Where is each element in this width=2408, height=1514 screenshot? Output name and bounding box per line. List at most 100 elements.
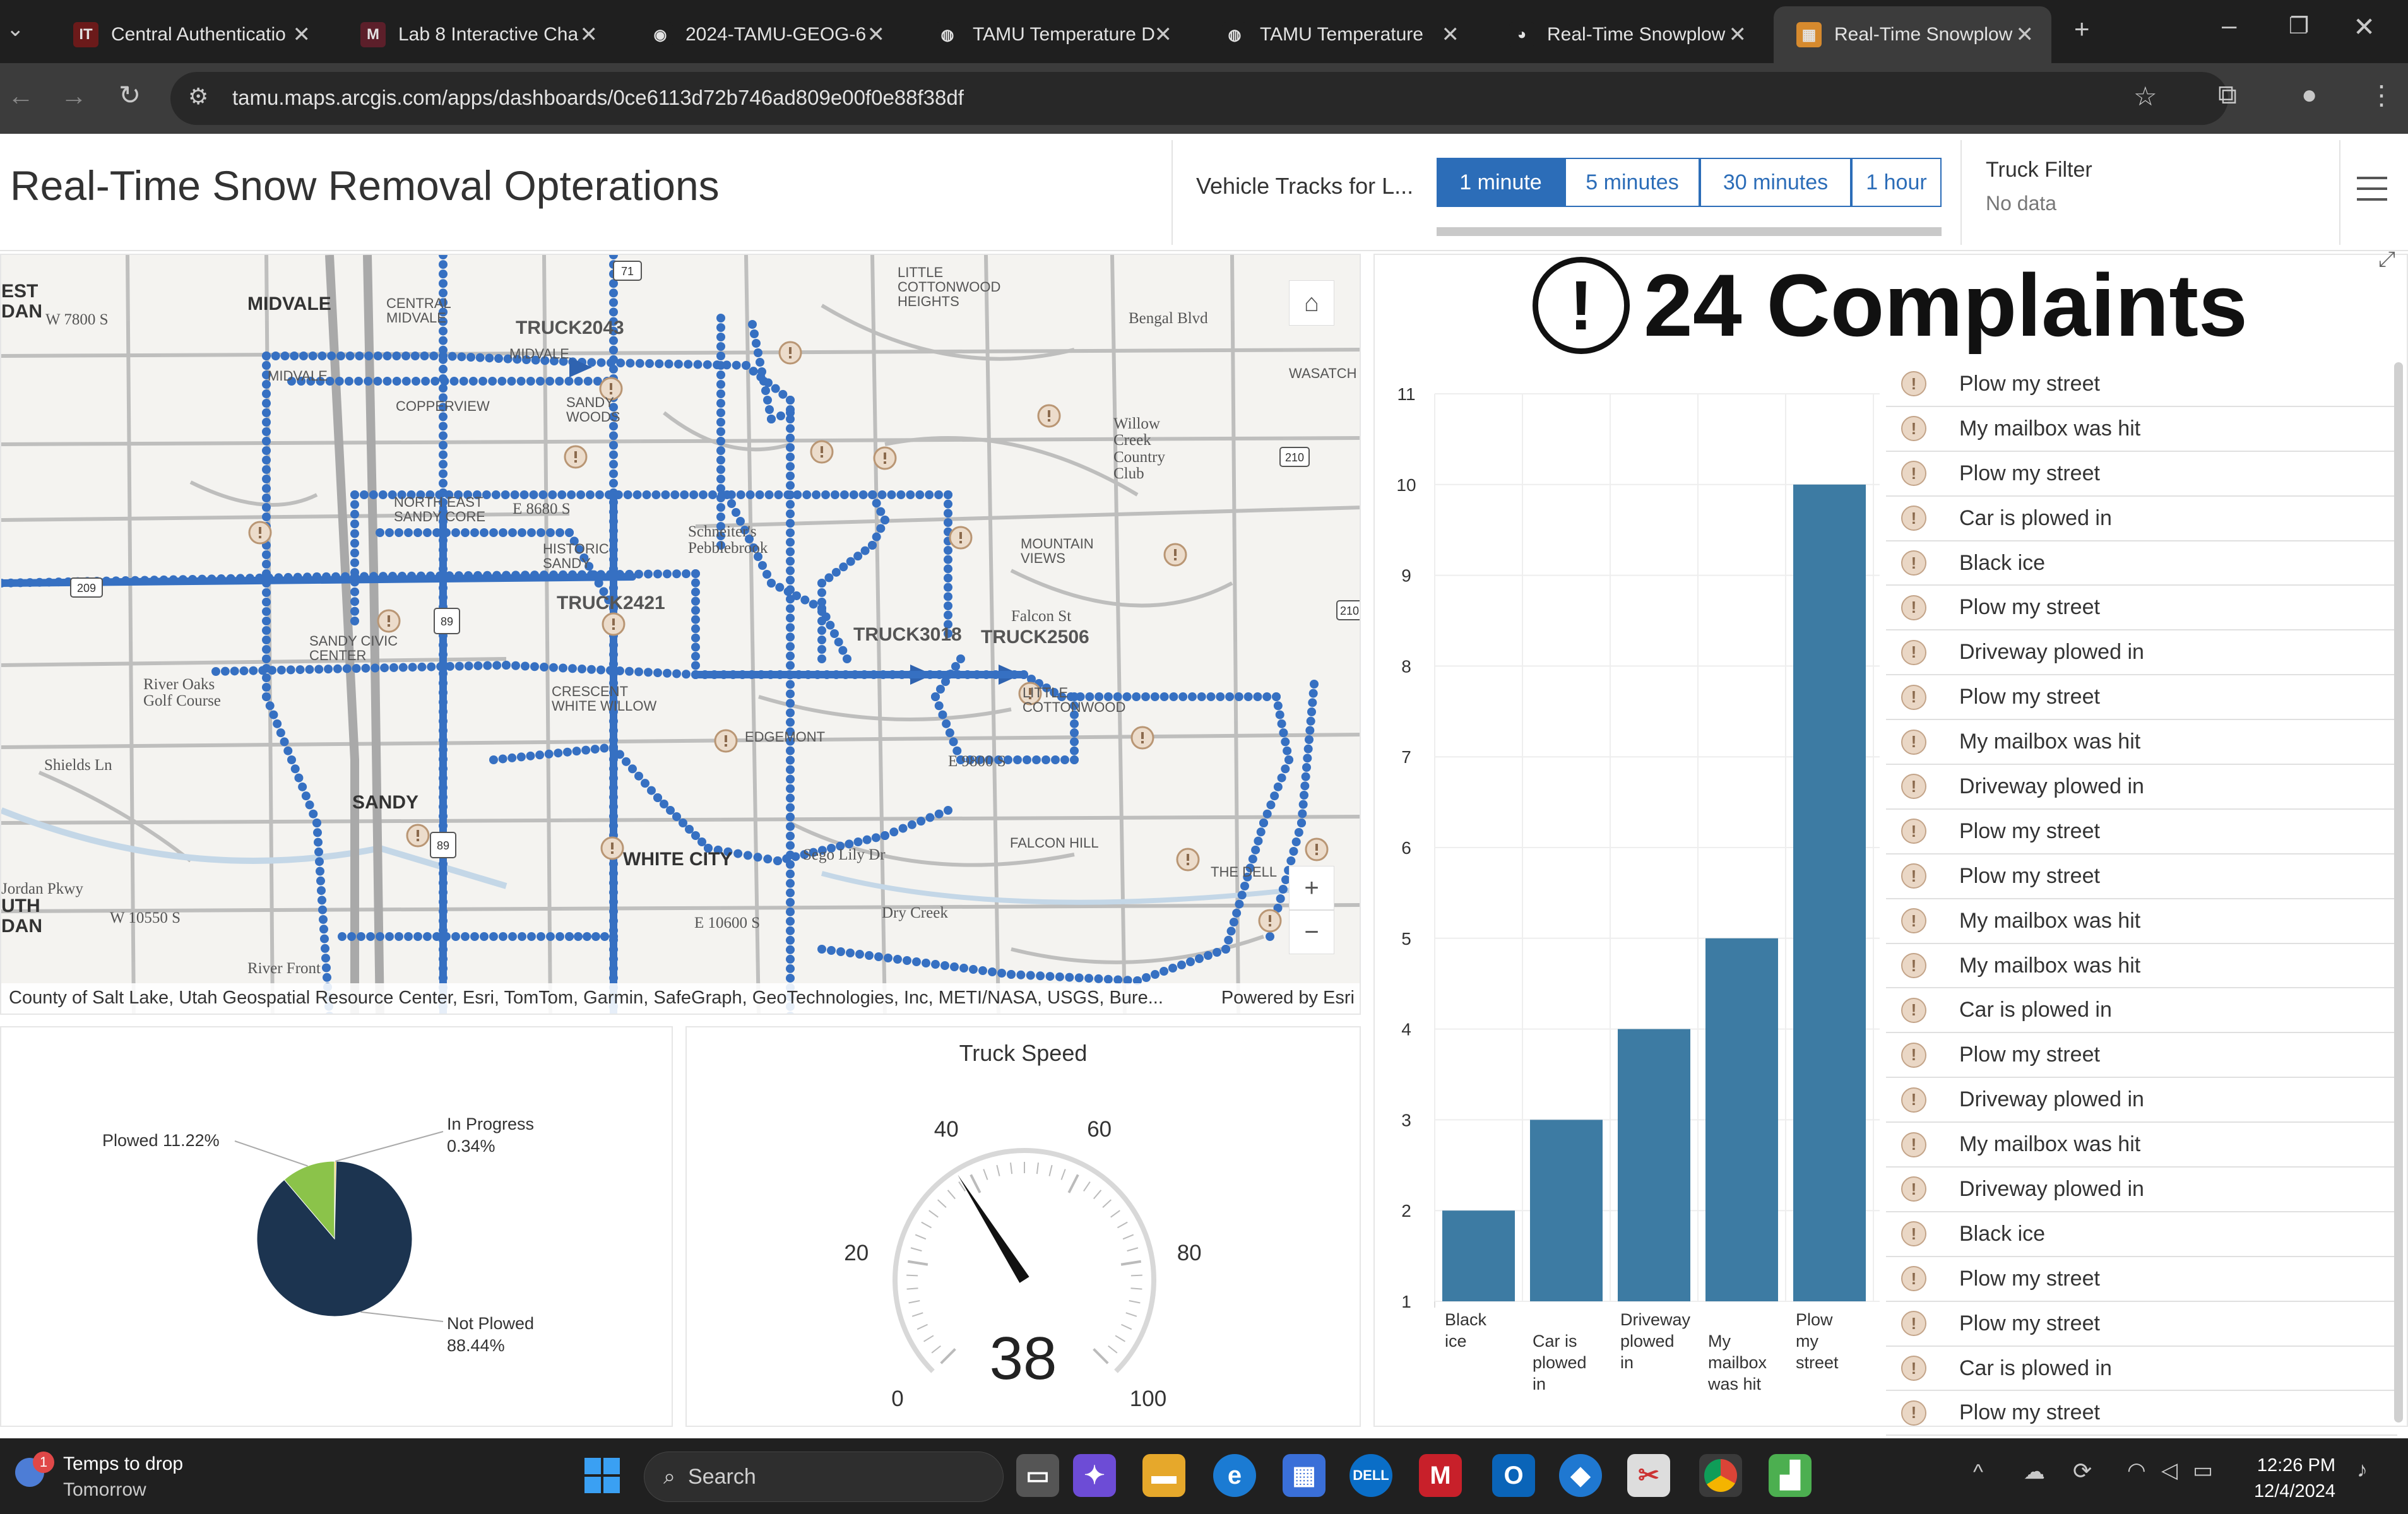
cloud-icon[interactable]: ☁ [2024, 1459, 2045, 1484]
complaint-list-item[interactable]: ! Plow my street [1886, 452, 2397, 497]
windows-start-icon[interactable] [581, 1454, 624, 1497]
map-label-truck2043[interactable]: TRUCK2043 [516, 318, 624, 338]
bar-plow-my-street[interactable] [1793, 484, 1866, 1301]
complaint-list-item[interactable]: ! Black ice [1886, 1212, 2397, 1257]
complaint-list-item[interactable]: ! My mailbox was hit [1886, 944, 2397, 989]
bar-my-mailbox-was-hit[interactable] [1705, 938, 1778, 1301]
browser-tab[interactable]: ◕ Real-Time Snowplow ✕ [1486, 6, 1764, 63]
minimize-icon[interactable]: – [2222, 10, 2236, 40]
complaint-list-item[interactable]: ! Car is plowed in [1886, 497, 2397, 541]
truck-filter-value[interactable]: No data [1986, 192, 2056, 215]
complaint-list-item[interactable]: ! Car is plowed in [1886, 1347, 2397, 1392]
tab-search-icon[interactable]: ⌄ [6, 16, 25, 42]
map-label-truck2421[interactable]: TRUCK2421 [557, 593, 665, 613]
close-tab-icon[interactable]: ✕ [1729, 22, 1747, 47]
browser-tab[interactable]: IT Central Authenticatio ✕ [50, 6, 328, 63]
copilot-icon[interactable]: ✦ [1073, 1454, 1116, 1497]
close-tab-icon[interactable]: ✕ [2016, 22, 2034, 47]
wifi-icon[interactable]: ◠ [2127, 1458, 2146, 1483]
complaints-list-scrollbar[interactable] [2394, 362, 2403, 1422]
close-tab-icon[interactable]: ✕ [867, 22, 886, 47]
map-label-truck3018[interactable]: TRUCK3018 [853, 625, 962, 645]
system-clock[interactable]: 12:26 PM 12/4/2024 [2222, 1453, 2335, 1504]
powered-by-esri[interactable]: Powered by Esri [1221, 988, 1355, 1008]
mcafee-icon[interactable]: M [1419, 1454, 1462, 1497]
complaint-list-item[interactable]: ! My mailbox was hit [1886, 407, 2397, 452]
complaint-text: Plow my street [1959, 863, 2100, 888]
taskbar-search[interactable]: ⌕ Search [644, 1452, 1004, 1502]
complaint-list-item[interactable]: ! Plow my street [1886, 1302, 2397, 1347]
charts-app-icon[interactable]: ▟ [1769, 1454, 1812, 1497]
bar-black-ice[interactable] [1442, 1210, 1515, 1301]
extensions-icon[interactable]: ⧉ [2218, 80, 2237, 110]
complaint-list-item[interactable]: ! Plow my street [1886, 362, 2397, 407]
complaint-list-item[interactable]: ! My mailbox was hit [1886, 720, 2397, 766]
complaint-list-item[interactable]: ! Driveway plowed in [1886, 1168, 2397, 1212]
file-explorer-icon[interactable]: ▬ [1142, 1454, 1185, 1497]
outlook-icon[interactable]: O [1492, 1454, 1535, 1497]
chrome-icon[interactable] [1699, 1454, 1742, 1497]
snowplow-map[interactable]: 71 210 210 209 89 89 EST DAN W 7800 S MIDV… [0, 254, 1361, 1015]
map-label-truck2506[interactable]: TRUCK2506 [981, 627, 1089, 648]
close-tab-icon[interactable]: ✕ [580, 22, 598, 47]
show-hidden-icons[interactable]: ^ [1973, 1460, 1983, 1485]
battery-icon[interactable]: ▭ [2193, 1458, 2213, 1483]
complaint-list-item[interactable]: ! My mailbox was hit [1886, 899, 2397, 944]
notification-bell-icon[interactable]: ♪ [2357, 1458, 2368, 1482]
track-1-minute-button[interactable]: 1 minute [1437, 158, 1565, 207]
complaint-list-item[interactable]: ! Plow my street [1886, 810, 2397, 855]
zoom-in-button[interactable]: + [1289, 866, 1334, 910]
close-tab-icon[interactable]: ✕ [293, 22, 311, 47]
complaint-list-item[interactable]: ! Driveway plowed in [1886, 765, 2397, 810]
expand-icon[interactable]: ⤢ [2378, 247, 2395, 272]
browser-tab[interactable]: ◍ TAMU Temperature D ✕ [912, 6, 1190, 63]
volume-muted-icon[interactable]: ◁ [2161, 1458, 2178, 1483]
complaint-list-item[interactable]: ! Plow my street [1886, 1033, 2397, 1079]
bar-car-is-plowed-in[interactable] [1530, 1120, 1603, 1301]
complaint-list-item[interactable]: ! Driveway plowed in [1886, 630, 2397, 676]
track-5-minutes-button[interactable]: 5 minutes [1565, 158, 1700, 207]
complaint-list-item[interactable]: ! Plow my street [1886, 586, 2397, 631]
close-tab-icon[interactable]: ✕ [1442, 22, 1460, 47]
store-icon[interactable]: ▦ [1283, 1454, 1326, 1497]
reload-icon[interactable]: ↻ [119, 80, 141, 110]
security-shield-icon[interactable]: ◆ [1559, 1454, 1602, 1497]
close-window-icon[interactable]: ✕ [2353, 11, 2375, 42]
forward-icon[interactable]: → [61, 81, 87, 111]
site-info-icon[interactable]: ⚙ [188, 83, 208, 110]
zoom-out-button[interactable]: − [1289, 910, 1334, 954]
bar-driveway-plowed-in[interactable] [1618, 1029, 1690, 1301]
more-menu-icon[interactable]: ⋮ [2368, 80, 2395, 110]
sync-icon[interactable]: ⟳ [2073, 1458, 2092, 1484]
weather-widget[interactable]: 1 Temps to drop Tomorrow [15, 1452, 183, 1503]
complaint-list-item[interactable]: ! Plow my street [1886, 855, 2397, 899]
complaint-list-item[interactable]: ! Black ice [1886, 541, 2397, 586]
browser-tab[interactable]: ◉ 2024-TAMU-GEOG-6 ✕ [625, 6, 903, 63]
complaint-list-item[interactable]: ! Plow my street [1886, 675, 2397, 721]
bookmark-star-icon[interactable]: ☆ [2133, 81, 2157, 112]
new-tab-icon[interactable]: + [2074, 14, 2090, 44]
browser-tab[interactable]: ◍ TAMU Temperature ✕ [1199, 6, 1477, 63]
track-30-minutes-button[interactable]: 30 minutes [1700, 158, 1851, 207]
back-icon[interactable]: ← [8, 81, 34, 111]
complaint-list-item[interactable]: ! My mailbox was hit [1886, 1123, 2397, 1168]
edge-icon[interactable]: e [1213, 1454, 1256, 1497]
dell-icon[interactable]: DELL [1349, 1454, 1392, 1497]
address-bar[interactable]: ⚙ tamu.maps.arcgis.com/apps/dashboards/0… [170, 72, 2228, 125]
track-buttons-scrollbar[interactable] [1437, 227, 1942, 236]
browser-tab[interactable]: ▦ Real-Time Snowplow ✕ [1774, 6, 2051, 63]
map-home-button[interactable]: ⌂ [1289, 280, 1334, 326]
snipping-tool-icon[interactable]: ✂ [1627, 1454, 1670, 1497]
track-1-hour-button[interactable]: 1 hour [1851, 158, 1942, 207]
complaint-list-item[interactable]: ! Plow my street [1886, 1391, 2397, 1436]
restore-icon[interactable]: ❐ [2289, 13, 2309, 39]
complaints-list[interactable]: ! Plow my street! My mailbox was hit! Plow … [1886, 362, 2397, 1436]
browser-tab[interactable]: M Lab 8 Interactive Cha ✕ [338, 6, 615, 63]
hamburger-menu-icon[interactable] [2357, 177, 2387, 209]
complaint-list-item[interactable]: ! Car is plowed in [1886, 988, 2397, 1034]
complaint-list-item[interactable]: ! Plow my street [1886, 1257, 2397, 1302]
task-view-icon[interactable]: ▭ [1016, 1454, 1059, 1497]
profile-icon[interactable]: ● [2301, 80, 2317, 110]
close-tab-icon[interactable]: ✕ [1154, 22, 1173, 47]
complaint-list-item[interactable]: ! Driveway plowed in [1886, 1078, 2397, 1123]
